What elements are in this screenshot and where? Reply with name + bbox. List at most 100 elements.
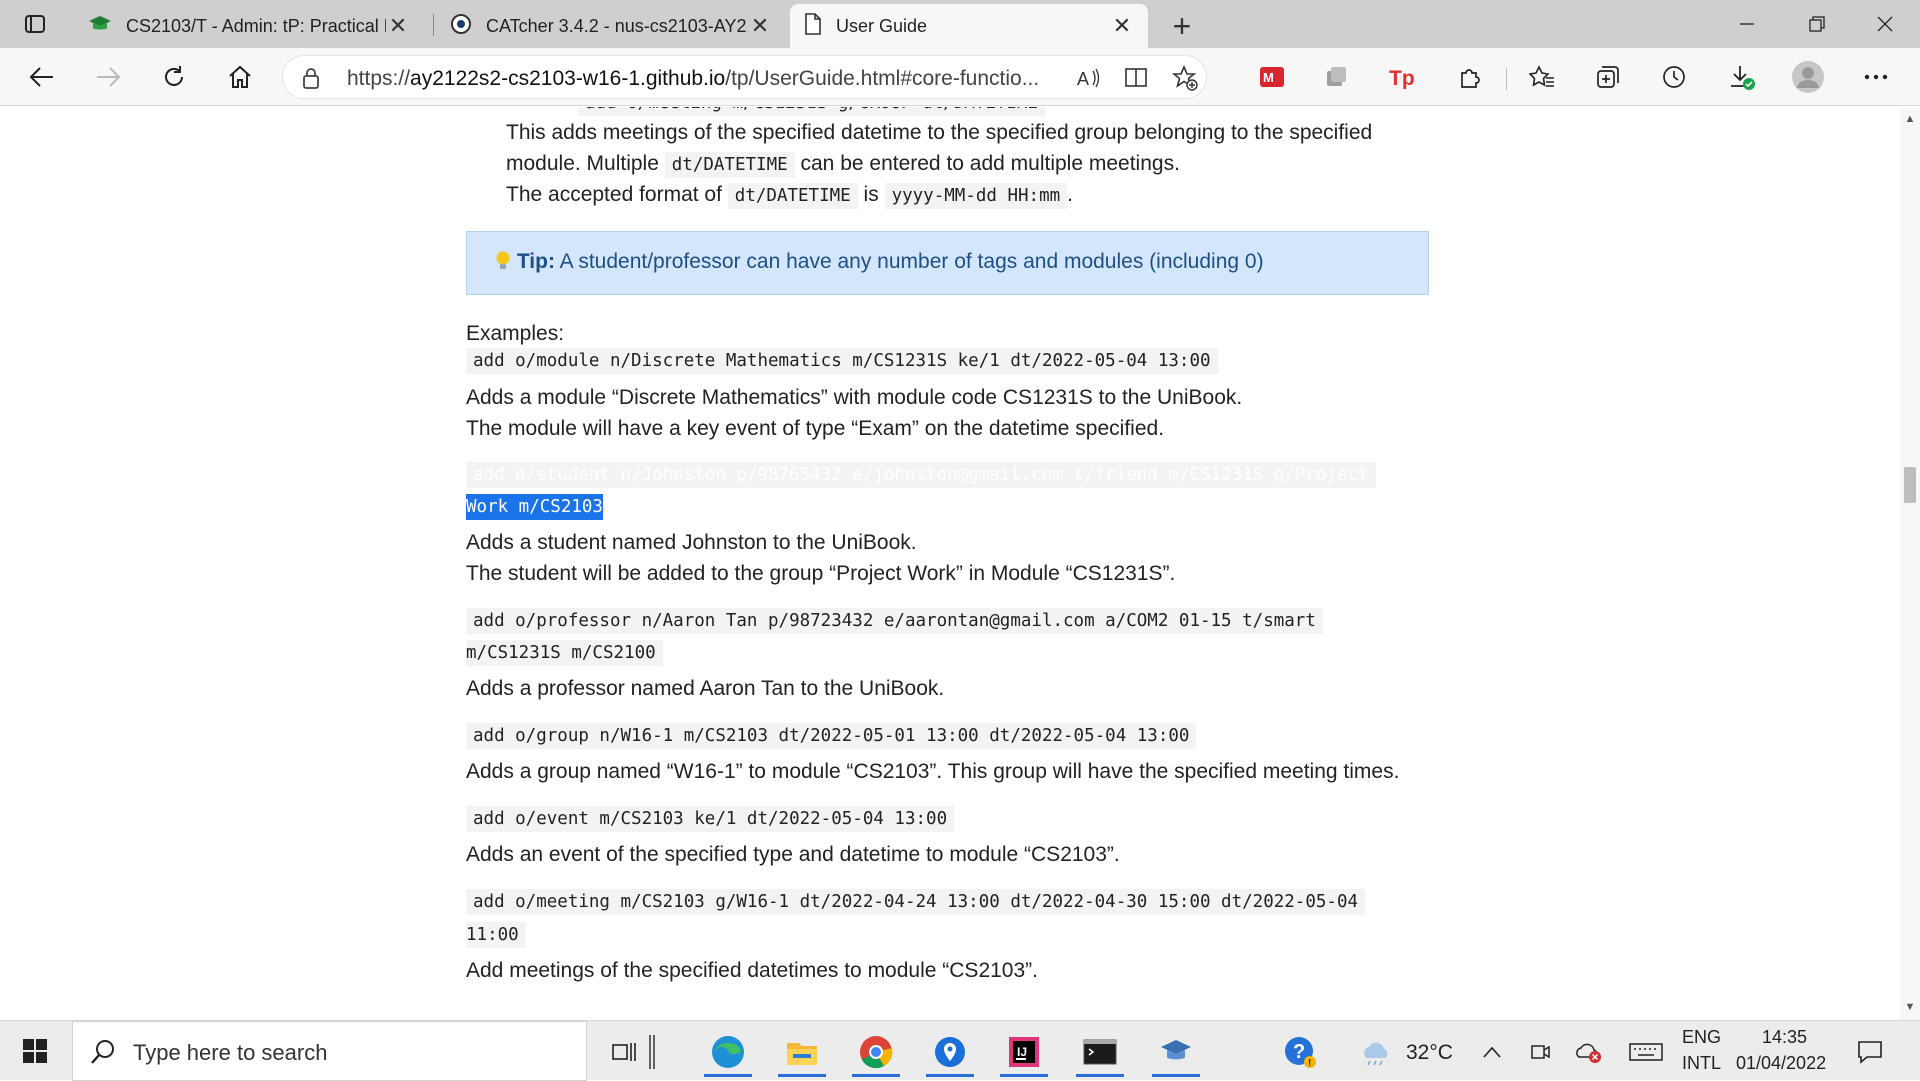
terminal-icon[interactable]	[1070, 1027, 1130, 1077]
tab-title: User Guide	[836, 15, 928, 36]
downloads-icon[interactable]	[1720, 56, 1764, 98]
examples-heading: Examples:	[466, 322, 565, 345]
graduation-cap-icon	[88, 14, 112, 39]
onedrive-error-icon[interactable]	[1560, 1027, 1616, 1077]
url-path: /tp/UserGuide.html#core-functio...	[725, 67, 1040, 90]
lightbulb-icon	[495, 250, 517, 273]
tip-text: A student/professor can have any number …	[559, 250, 1264, 273]
partial-code-line: add o/meeting m/CS1231S g/GROUP dt/DATET…	[578, 107, 1046, 116]
browser-toolbar: https://ay2122s2-cs2103-w16-1.github.io/…	[0, 48, 1920, 106]
edge-browser-icon[interactable]	[698, 1027, 758, 1077]
graduation-app-icon[interactable]	[1146, 1027, 1206, 1077]
forward-button[interactable]	[86, 56, 130, 98]
vertical-scrollbar[interactable]: ▲ ▼	[1900, 107, 1920, 1020]
clock-time[interactable]: 14:35	[1762, 1027, 1807, 1048]
example-4-code[interactable]: add o/group n/W16-1 m/CS2103 dt/2022-05-…	[466, 723, 1197, 749]
reader-view-icon[interactable]	[1119, 62, 1155, 94]
clock-date[interactable]: 01/04/2022	[1736, 1053, 1826, 1074]
tip-content: Tip: A student/professor can have any nu…	[495, 250, 1264, 274]
maps-app-icon[interactable]	[920, 1027, 980, 1077]
code-text: add o/event m/CS2103 ke/1 dt/2022-05-04 …	[466, 806, 955, 832]
page-icon	[804, 12, 822, 40]
tip-label: Tip:	[516, 250, 555, 273]
example-2-code-line-1[interactable]: add o/student n/Johnston p/98765432 e/jo…	[466, 462, 1376, 488]
extension-collections-icon[interactable]	[1314, 56, 1358, 98]
intro-line-2: module. Multiple dt/DATETIME can be ente…	[506, 148, 1180, 181]
example-6-code-line-1[interactable]: add o/meeting m/CS2103 g/W16-1 dt/2022-0…	[466, 889, 1366, 915]
read-aloud-icon[interactable]: A	[1071, 62, 1107, 94]
example-6-code-line-2[interactable]: 11:00	[466, 922, 526, 948]
history-icon[interactable]	[1652, 56, 1696, 98]
scrollbar-thumb[interactable]	[1904, 467, 1916, 503]
help-icon[interactable]: ?!	[1270, 1027, 1330, 1077]
svg-text:A: A	[1077, 69, 1089, 89]
svg-text:M: M	[1263, 70, 1274, 85]
weather-temperature[interactable]: 32°C	[1406, 1041, 1453, 1065]
example-2-code-line-2[interactable]: Work m/CS2103	[466, 494, 603, 520]
example-3-code-line-2[interactable]: m/CS1231S m/CS2100	[466, 640, 663, 666]
minimize-button[interactable]	[1712, 0, 1782, 48]
taskbar-search-box[interactable]: Type here to search	[72, 1021, 587, 1081]
url-host: ay2122s2-cs2103-w16-1.github.io	[410, 67, 726, 90]
keyboard-icon[interactable]	[1616, 1027, 1676, 1077]
example-3-code-line-1[interactable]: add o/professor n/Aaron Tan p/98723432 e…	[466, 608, 1323, 634]
tab-strip: CS2103/T - Admin: tP: Practical E ✕ CATc…	[0, 0, 1920, 48]
inline-code: dt/DATETIME	[727, 183, 858, 209]
example-1-code[interactable]: add o/module n/Discrete Mathematics m/CS…	[466, 348, 1218, 374]
tab-catcher[interactable]: CATcher 3.4.2 - nus-cs2103-AY21 ✕	[436, 4, 786, 48]
windows-taskbar: Type here to search IJ ?! 32°C ENG INTL …	[0, 1020, 1920, 1081]
close-tab-icon[interactable]: ✕	[386, 13, 410, 39]
taskbar-divider	[640, 1027, 664, 1077]
example-3-desc-1: Adds a professor named Aaron Tan to the …	[466, 677, 945, 700]
restore-button[interactable]	[1782, 0, 1852, 48]
intellij-icon[interactable]: IJ	[994, 1027, 1054, 1077]
keyboard-layout[interactable]: INTL	[1682, 1053, 1721, 1074]
extension-mendeley-icon[interactable]: M	[1250, 56, 1294, 98]
file-explorer-icon[interactable]	[772, 1027, 832, 1077]
intro-line-1: This adds meetings of the specified date…	[506, 121, 1373, 144]
notification-center-icon[interactable]	[1840, 1027, 1900, 1077]
code-text: add o/meeting m/CS2103 g/W16-1 dt/2022-0…	[466, 889, 1366, 915]
tab-actions-icon[interactable]	[10, 0, 60, 48]
address-bar[interactable]: https://ay2122s2-cs2103-w16-1.github.io/…	[282, 55, 1207, 99]
close-tab-icon[interactable]: ✕	[748, 13, 772, 39]
intro-text: module. Multiple	[506, 152, 659, 175]
svg-text:Tp: Tp	[1389, 67, 1415, 89]
code-text: add o/professor n/Aaron Tan p/98723432 e…	[466, 608, 1323, 634]
extensions-icon[interactable]	[1448, 56, 1492, 98]
home-button[interactable]	[218, 56, 262, 98]
more-options-icon[interactable]	[1854, 56, 1898, 98]
example-2-desc-1: Adds a student named Johnston to the Uni…	[466, 531, 917, 554]
windows-start-icon[interactable]	[12, 1035, 60, 1067]
toolbar-divider	[1506, 68, 1507, 90]
language-code[interactable]: ENG	[1682, 1027, 1721, 1048]
favorites-icon[interactable]	[1520, 56, 1564, 98]
code-text: m/CS1231S m/CS2100	[466, 640, 663, 666]
collections-icon[interactable]	[1586, 56, 1630, 98]
scroll-down-icon[interactable]: ▼	[1904, 1001, 1916, 1013]
intro-text: can be entered to add multiple meetings.	[800, 152, 1180, 175]
close-tab-icon[interactable]: ✕	[1110, 13, 1134, 39]
refresh-button[interactable]	[152, 56, 196, 98]
scroll-up-icon[interactable]: ▲	[1904, 113, 1916, 125]
new-tab-button[interactable]: +	[1160, 4, 1204, 48]
example-5-code[interactable]: add o/event m/CS2103 ke/1 dt/2022-05-04 …	[466, 806, 955, 832]
back-button[interactable]	[20, 56, 64, 98]
close-window-button[interactable]	[1850, 0, 1920, 48]
inline-code: yyyy-MM-dd HH:mm	[884, 183, 1068, 209]
intro-line-3: The accepted format of dt/DATETIME is yy…	[506, 179, 1073, 212]
chrome-icon[interactable]	[846, 1027, 906, 1077]
svg-text:?: ?	[1293, 1041, 1305, 1063]
partial-code: add o/meeting m/CS1231S g/GROUP dt/DATET…	[578, 107, 1046, 116]
example-5-desc-1: Adds an event of the specified type and …	[466, 843, 1120, 866]
weather-icon[interactable]	[1346, 1027, 1406, 1077]
profile-avatar-icon[interactable]	[1786, 56, 1830, 98]
url-text[interactable]: https://ay2122s2-cs2103-w16-1.github.io/…	[347, 67, 1107, 91]
tab-cs2103-admin[interactable]: CS2103/T - Admin: tP: Practical E ✕	[74, 4, 424, 48]
tab-user-guide[interactable]: User Guide ✕	[790, 4, 1148, 48]
add-favorite-icon[interactable]	[1167, 62, 1203, 94]
intro-text: .	[1067, 183, 1073, 206]
svg-text:IJ: IJ	[1017, 1045, 1027, 1059]
extension-tp-icon[interactable]: Tp	[1380, 56, 1424, 98]
lock-icon[interactable]	[301, 66, 321, 95]
